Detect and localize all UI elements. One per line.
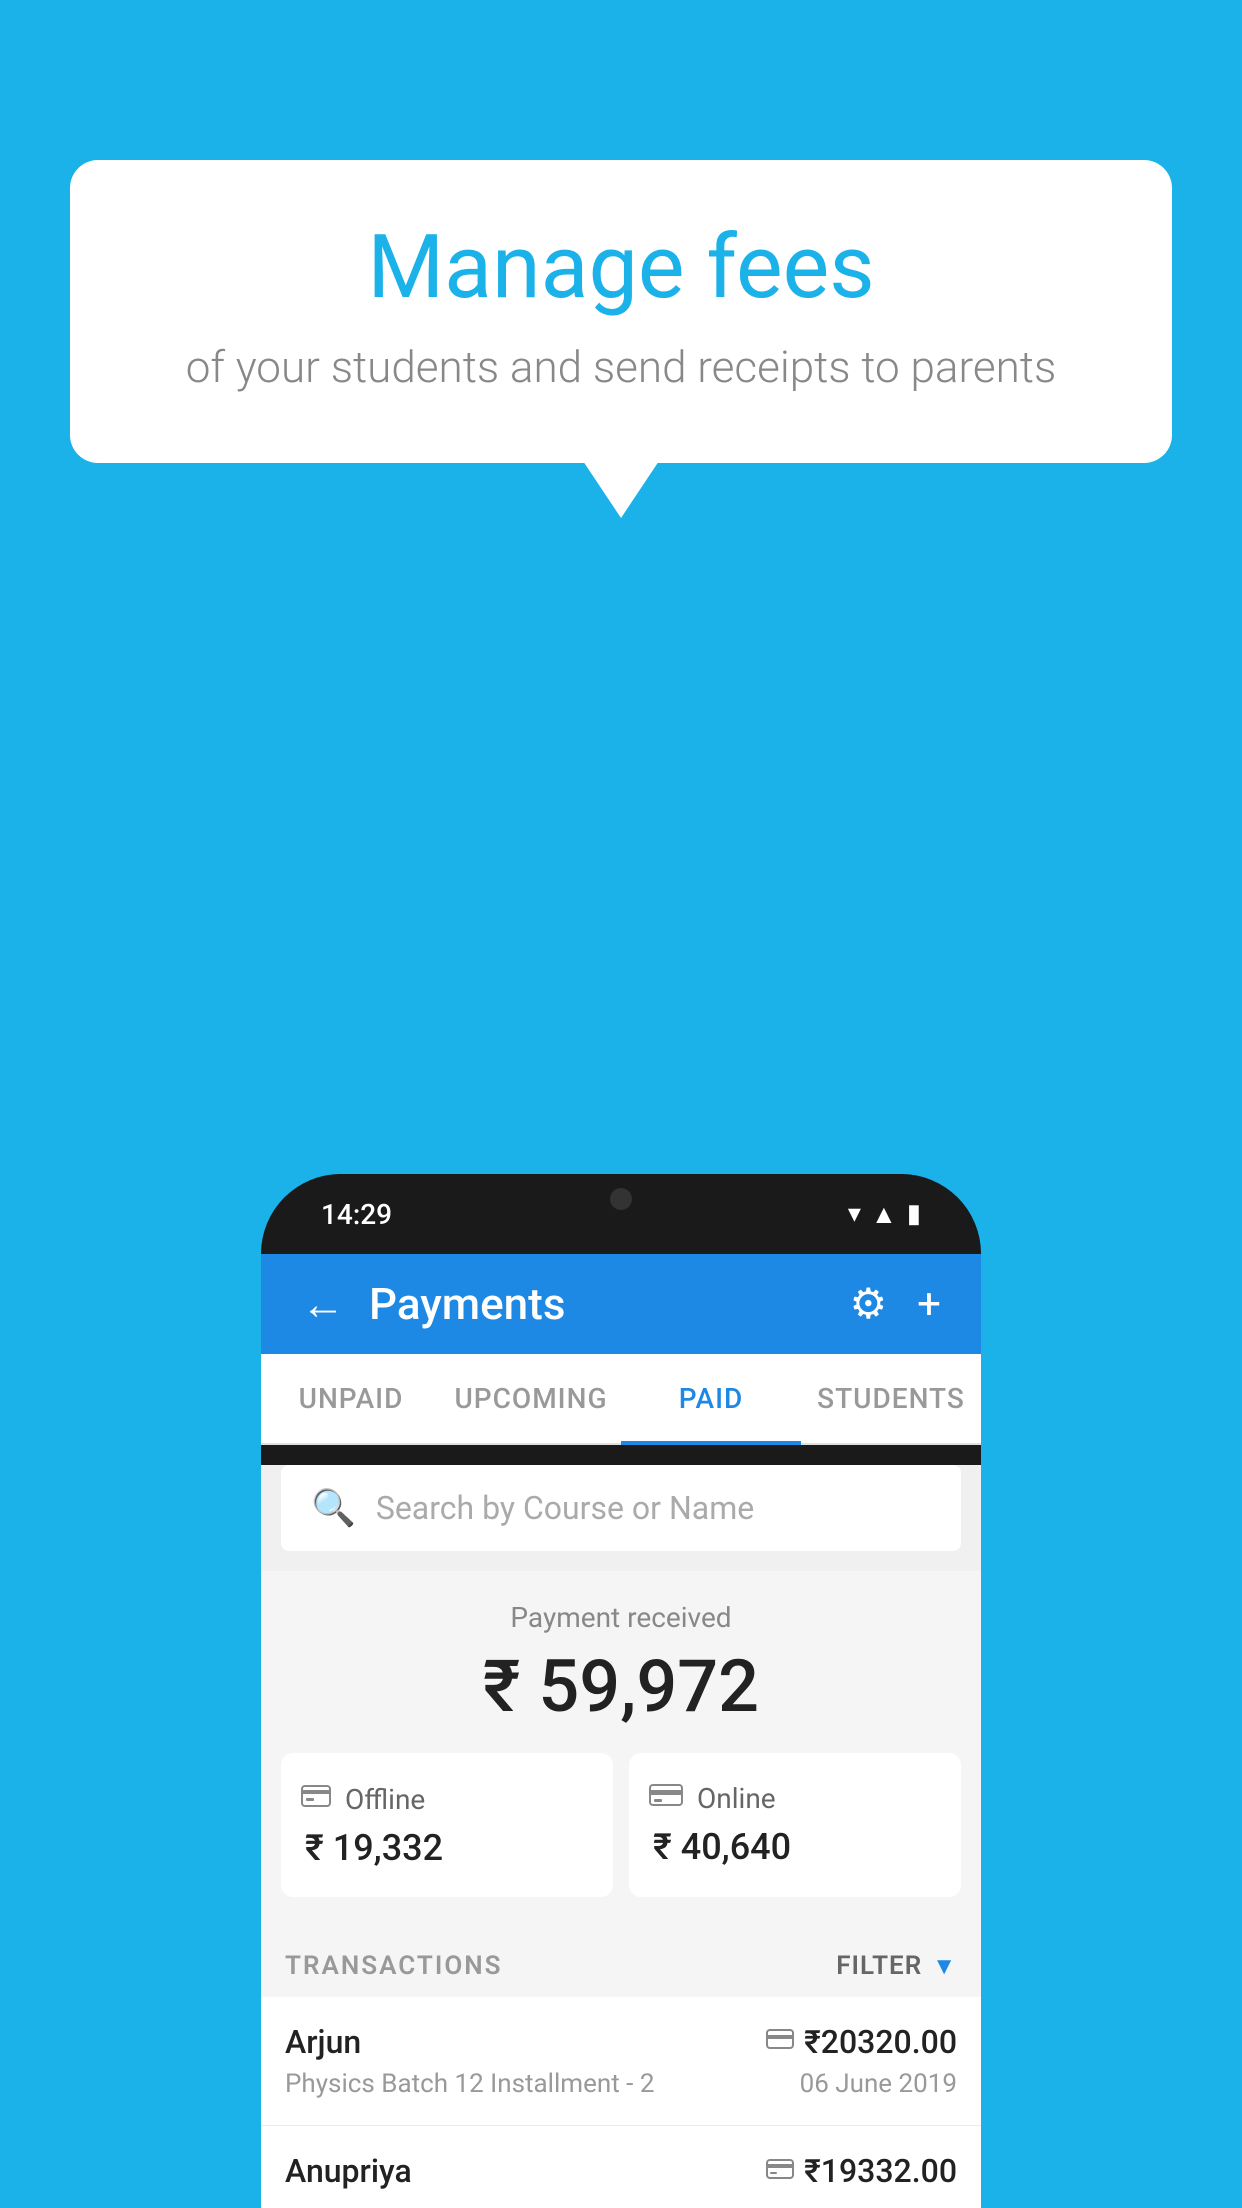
offline-icon — [301, 1781, 331, 1817]
transaction-detail: Physics Batch 12 Installment - 2 — [285, 2069, 654, 2099]
transaction-amount-wrap: ₹19332.00 — [766, 2152, 957, 2190]
transactions-label: TRANSACTIONS — [285, 1951, 503, 1981]
offline-label: Offline — [345, 1783, 425, 1816]
camera-dot — [610, 1188, 632, 1210]
bubble-title: Manage fees — [150, 220, 1092, 317]
online-icon — [649, 1781, 683, 1816]
offline-amount: ₹ 19,332 — [301, 1827, 593, 1869]
add-icon[interactable]: + — [917, 1280, 941, 1329]
table-row[interactable]: Anupriya ₹19332.00 — [261, 2126, 981, 2208]
transaction-type-icon-offline — [766, 2156, 794, 2187]
status-icons: ▾ ▲ ▮ — [848, 1199, 921, 1230]
tab-upcoming[interactable]: UPCOMING — [441, 1354, 621, 1443]
offline-card: Offline ₹ 19,332 — [281, 1753, 613, 1897]
payment-received-section: Payment received ₹ 59,972 Offline — [261, 1571, 981, 1927]
app-content: 🔍 Search by Course or Name Payment recei… — [261, 1465, 981, 2208]
filter-button[interactable]: FILTER ▼ — [836, 1951, 957, 1981]
offline-card-header: Offline — [301, 1781, 593, 1817]
table-row[interactable]: Arjun ₹20320.00 Physics Batch 12 Install… — [261, 1997, 981, 2126]
online-amount: ₹ 40,640 — [649, 1826, 941, 1868]
header-left: ← Payments — [301, 1278, 565, 1330]
tab-unpaid[interactable]: UNPAID — [261, 1354, 441, 1443]
transaction-amount: ₹19332.00 — [804, 2152, 957, 2190]
settings-icon[interactable]: ⚙ — [850, 1279, 888, 1329]
signal-icon: ▲ — [871, 1199, 897, 1230]
online-label: Online — [697, 1782, 776, 1815]
transaction-amount-wrap: ₹20320.00 — [766, 2023, 957, 2061]
status-time: 14:29 — [321, 1198, 392, 1231]
search-icon: 🔍 — [311, 1487, 356, 1529]
online-card: Online ₹ 40,640 — [629, 1753, 961, 1897]
tabs-bar: UNPAID UPCOMING PAID STUDENTS — [261, 1354, 981, 1445]
transaction-top: Anupriya ₹19332.00 — [285, 2152, 957, 2190]
wifi-icon: ▾ — [848, 1199, 861, 1229]
filter-label: FILTER — [836, 1951, 922, 1981]
notch — [551, 1174, 691, 1224]
transaction-name: Arjun — [285, 2023, 361, 2061]
payment-received-amount: ₹ 59,972 — [281, 1644, 961, 1729]
transaction-date: 06 June 2019 — [800, 2069, 957, 2099]
app-header: ← Payments ⚙ + — [261, 1254, 981, 1354]
header-right: ⚙ + — [850, 1279, 942, 1329]
battery-icon: ▮ — [907, 1199, 921, 1229]
transaction-amount: ₹20320.00 — [804, 2023, 957, 2061]
search-bar[interactable]: 🔍 Search by Course or Name — [281, 1465, 961, 1551]
online-card-header: Online — [649, 1781, 941, 1816]
speech-bubble-container: Manage fees of your students and send re… — [70, 160, 1172, 463]
tab-students[interactable]: STUDENTS — [801, 1354, 981, 1443]
phone-frame: 14:29 ▾ ▲ ▮ ← Payments ⚙ + UNPAID UPCOMI… — [261, 1174, 981, 2208]
phone-top-bar: 14:29 ▾ ▲ ▮ — [261, 1174, 981, 1254]
tab-paid[interactable]: PAID — [621, 1354, 801, 1443]
transaction-top: Arjun ₹20320.00 — [285, 2023, 957, 2061]
payment-received-label: Payment received — [281, 1601, 961, 1634]
transaction-type-icon-online — [766, 2027, 794, 2057]
speech-bubble: Manage fees of your students and send re… — [70, 160, 1172, 463]
payment-cards: Offline ₹ 19,332 — [281, 1753, 961, 1897]
bubble-subtitle: of your students and send receipts to pa… — [150, 341, 1092, 393]
search-placeholder-text: Search by Course or Name — [376, 1489, 754, 1527]
page-title: Payments — [369, 1278, 565, 1330]
transaction-name: Anupriya — [285, 2152, 412, 2190]
transactions-header: TRANSACTIONS FILTER ▼ — [261, 1927, 981, 1997]
filter-icon: ▼ — [932, 1952, 957, 1981]
back-button[interactable]: ← — [301, 1278, 345, 1330]
transaction-bottom: Physics Batch 12 Installment - 2 06 June… — [285, 2069, 957, 2099]
